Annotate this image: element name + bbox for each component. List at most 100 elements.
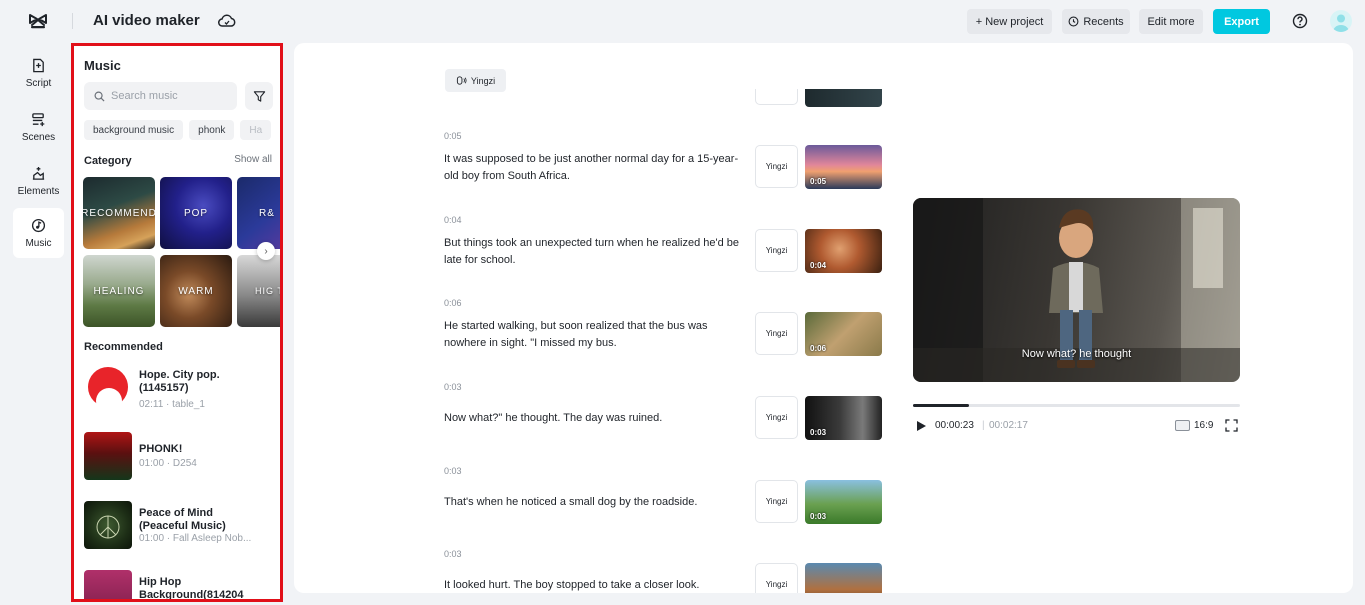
clock-icon bbox=[1068, 16, 1079, 27]
scene-text[interactable]: Now what?" he thought. The day was ruine… bbox=[444, 410, 744, 427]
user-avatar[interactable] bbox=[1330, 10, 1352, 32]
chip-background-music[interactable]: background music bbox=[84, 120, 184, 140]
panel-title: Music bbox=[84, 58, 121, 73]
track-item[interactable]: Hip Hop Background(814204 bbox=[84, 570, 279, 599]
category-label-rnb: R& bbox=[259, 207, 275, 219]
scene-thumbnail[interactable] bbox=[805, 563, 882, 593]
filter-icon bbox=[253, 90, 265, 102]
voice-icon bbox=[456, 76, 467, 85]
music-chips: background music phonk Ha bbox=[84, 120, 280, 140]
category-healing[interactable]: HEALING bbox=[83, 255, 155, 327]
script-editor: Yingzi 0:05 It was supposed to be just a… bbox=[294, 43, 1353, 593]
voice-selector[interactable]: Yingzi bbox=[445, 69, 506, 92]
scene-text[interactable]: It looked hurt. The boy stopped to take … bbox=[444, 577, 744, 593]
edit-more-label: Edit more bbox=[1147, 15, 1195, 28]
scenes-icon bbox=[32, 112, 45, 126]
play-icon[interactable] bbox=[915, 420, 927, 432]
category-rnb[interactable]: R& bbox=[237, 177, 280, 249]
header-divider bbox=[72, 13, 73, 29]
music-panel: Music background music phonk Ha Category… bbox=[71, 43, 283, 602]
search-input[interactable] bbox=[111, 90, 226, 102]
thumbnail-time: 0:03 bbox=[810, 512, 827, 521]
scene-text[interactable]: It was supposed to be just another norma… bbox=[444, 151, 744, 185]
thumbnail-time: 0:03 bbox=[810, 428, 827, 437]
elements-icon bbox=[32, 166, 45, 180]
peace-artwork-icon bbox=[96, 515, 120, 539]
rail-item-script[interactable]: Script bbox=[13, 48, 64, 98]
category-pop[interactable]: POP bbox=[160, 177, 232, 249]
scene-voice-box[interactable]: Yingzi bbox=[755, 563, 798, 593]
playback-progress-bar[interactable] bbox=[913, 404, 1240, 407]
category-recommend[interactable]: RECOMMEND bbox=[83, 177, 155, 249]
track-item[interactable]: PHONK! 01:00 · D254 bbox=[84, 432, 279, 482]
aspect-ratio-label[interactable]: 16:9 bbox=[1194, 420, 1213, 431]
chip-phonk[interactable]: phonk bbox=[189, 120, 235, 140]
rail-label-scenes: Scenes bbox=[21, 131, 56, 143]
edit-more-button[interactable]: Edit more bbox=[1139, 9, 1203, 34]
hope-artwork-icon bbox=[88, 367, 128, 411]
scene-duration: 0:03 bbox=[444, 549, 462, 559]
rail-item-scenes[interactable]: Scenes bbox=[13, 102, 64, 152]
rail-item-music[interactable]: Music bbox=[13, 208, 64, 258]
category-label-healing: HEALING bbox=[93, 285, 145, 297]
scene-duration: 0:03 bbox=[444, 466, 462, 476]
rail-item-elements[interactable]: Elements bbox=[13, 156, 64, 206]
chip-ha[interactable]: Ha bbox=[240, 120, 272, 140]
scene-voice-box[interactable]: Yingzi bbox=[755, 229, 798, 272]
scene-text[interactable]: But things took an unexpected turn when … bbox=[444, 235, 744, 269]
preview-caption: Now what? he thought bbox=[1021, 348, 1132, 360]
track-meta: 01:00 · D254 bbox=[139, 458, 197, 469]
avatar-person-icon bbox=[1333, 14, 1349, 32]
rail-label-script: Script bbox=[25, 77, 52, 89]
scene-voice-box[interactable]: Yingzi bbox=[755, 480, 798, 523]
scene-text[interactable]: He started walking, but soon realized th… bbox=[444, 318, 744, 352]
category-label: Category bbox=[84, 155, 132, 167]
category-label-recommend: RECOMMEND bbox=[83, 207, 155, 219]
aspect-ratio-icon[interactable] bbox=[1175, 420, 1190, 431]
category-label-high-tempo: HIG TEM bbox=[255, 286, 280, 296]
script-icon bbox=[33, 58, 44, 72]
previous-scene-thumbnail[interactable] bbox=[805, 89, 882, 107]
scene-thumbnail[interactable]: 0:03 bbox=[805, 396, 882, 440]
category-next-button[interactable]: › bbox=[257, 242, 275, 260]
track-thumbnail bbox=[84, 570, 132, 599]
scene-duration: 0:03 bbox=[444, 382, 462, 392]
scene-duration: 0:06 bbox=[444, 298, 462, 308]
category-high-tempo[interactable]: HIG TEM bbox=[237, 255, 280, 327]
playback-progress-fill bbox=[913, 404, 969, 407]
recents-button[interactable]: Recents bbox=[1062, 9, 1130, 34]
capcut-logo-icon[interactable] bbox=[28, 12, 48, 30]
track-item[interactable]: Hope. City pop. (1145157) 02:11 · table_… bbox=[84, 363, 279, 413]
recommended-label: Recommended bbox=[84, 341, 163, 353]
track-title: Hope. City pop. (1145157) bbox=[139, 369, 220, 394]
export-button[interactable]: Export bbox=[1213, 9, 1270, 34]
track-meta: 02:11 · table_1 bbox=[139, 399, 205, 410]
scene-thumbnail[interactable]: 0:06 bbox=[805, 312, 882, 356]
scene-thumbnail[interactable]: 0:03 bbox=[805, 480, 882, 524]
scene-duration: 0:04 bbox=[444, 215, 462, 225]
scene-voice-box[interactable]: Yingzi bbox=[755, 312, 798, 355]
category-label-warm: WARM bbox=[178, 285, 214, 297]
previous-voice-box[interactable] bbox=[755, 89, 798, 105]
help-icon[interactable] bbox=[1292, 13, 1308, 29]
music-icon bbox=[31, 218, 46, 232]
scene-voice-box[interactable]: Yingzi bbox=[755, 145, 798, 188]
search-icon bbox=[94, 91, 105, 102]
current-time: 00:00:23 bbox=[935, 420, 974, 431]
show-all-link[interactable]: Show all bbox=[234, 154, 272, 165]
cloud-sync-icon[interactable] bbox=[218, 13, 236, 29]
new-project-button[interactable]: + New project bbox=[967, 9, 1052, 34]
track-item[interactable]: Peace of Mind (Peaceful Music) 01:00 · F… bbox=[84, 501, 279, 551]
app-title: AI video maker bbox=[93, 12, 200, 29]
scene-voice-box[interactable]: Yingzi bbox=[755, 396, 798, 439]
fullscreen-icon[interactable] bbox=[1225, 419, 1238, 432]
category-warm[interactable]: WARM bbox=[160, 255, 232, 327]
music-search-box[interactable] bbox=[84, 82, 237, 110]
scene-thumbnail[interactable]: 0:05 bbox=[805, 145, 882, 189]
filter-button[interactable] bbox=[245, 82, 273, 110]
scene-text[interactable]: That's when he noticed a small dog by th… bbox=[444, 494, 744, 511]
thumbnail-time: 0:04 bbox=[810, 261, 827, 270]
video-preview[interactable]: Now what? he thought bbox=[913, 198, 1240, 382]
track-title: PHONK! bbox=[139, 443, 183, 455]
scene-thumbnail[interactable]: 0:04 bbox=[805, 229, 882, 273]
